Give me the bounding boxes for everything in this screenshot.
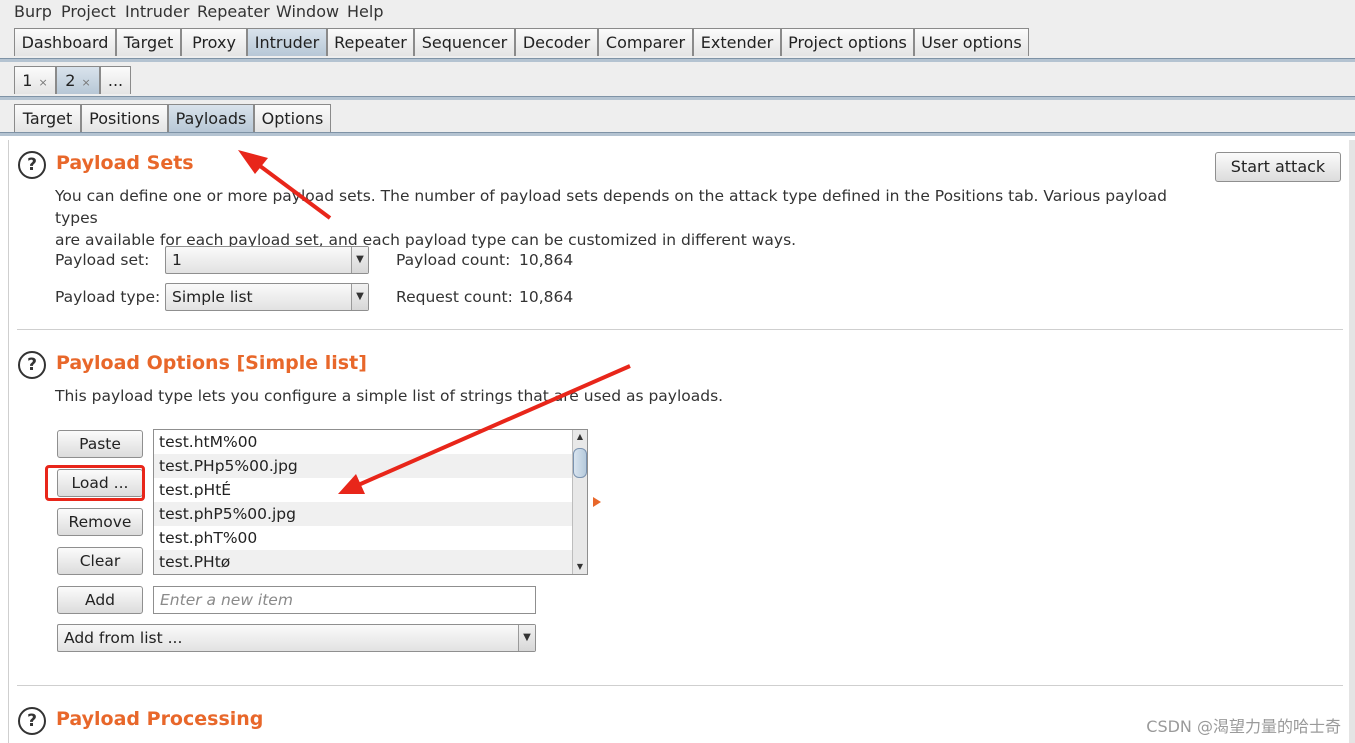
remove-button[interactable]: Remove (57, 508, 143, 536)
help-icon[interactable]: ? (18, 351, 46, 379)
section-divider (17, 329, 1343, 330)
payload-set-value: 1 (172, 251, 182, 269)
menu-intruder[interactable]: Intruder (125, 2, 189, 21)
help-icon[interactable]: ? (18, 707, 46, 735)
watermark: CSDN @渴望力量的哈士奇 (1146, 717, 1341, 736)
tab-target[interactable]: Target (116, 28, 181, 56)
menu-burp[interactable]: Burp (14, 2, 52, 21)
sub-tab-bar: Target Positions Payloads Options (0, 100, 1355, 136)
list-item[interactable]: test.pHtÉ (154, 478, 574, 502)
list-item[interactable]: test.PHtø (154, 550, 574, 574)
menu-repeater[interactable]: Repeater (197, 2, 270, 21)
payload-type-label: Payload type: (55, 288, 161, 306)
list-scrollbar[interactable]: ▲ ▼ (572, 430, 587, 574)
payload-list[interactable]: test.htM%00 test.PHp5%00.jpg test.pHtÉ t… (153, 429, 588, 575)
subtab-options[interactable]: Options (254, 104, 331, 132)
scroll-down-icon[interactable]: ▼ (573, 560, 587, 574)
chevron-down-icon: ▼ (518, 625, 535, 651)
close-icon[interactable]: × (38, 76, 47, 89)
expand-arrow-icon[interactable] (592, 496, 602, 508)
tab-repeater[interactable]: Repeater (327, 28, 414, 56)
attack-tab-1[interactable]: 1 × (14, 66, 56, 94)
request-count-value: 10,864 (519, 288, 574, 306)
payload-sets-description: You can define one or more payload sets.… (55, 185, 1205, 251)
subtab-target[interactable]: Target (14, 104, 81, 132)
chevron-down-icon: ▼ (351, 284, 368, 310)
menu-window[interactable]: Window (276, 2, 339, 21)
section-divider (17, 685, 1343, 686)
menu-project[interactable]: Project (61, 2, 116, 21)
payload-options-description: This payload type lets you configure a s… (55, 387, 724, 405)
scroll-thumb[interactable] (573, 448, 587, 478)
tab-proxy[interactable]: Proxy (181, 28, 247, 56)
attack-tab-bar: 1 × 2 × ... (0, 62, 1355, 98)
payload-set-select[interactable]: 1 ▼ (165, 246, 369, 274)
clear-button[interactable]: Clear (57, 547, 143, 575)
tab-sequencer[interactable]: Sequencer (414, 28, 515, 56)
tab-intruder[interactable]: Intruder (247, 28, 327, 56)
list-item[interactable]: test.phP5%00.jpg (154, 502, 574, 526)
list-item[interactable]: test.htM%00 (154, 430, 574, 454)
request-count-label: Request count: (396, 288, 513, 306)
subtab-payloads[interactable]: Payloads (168, 104, 254, 132)
payload-processing-title: Payload Processing (56, 708, 264, 730)
load-highlight-box (45, 465, 145, 501)
attack-tab-1-label: 1 (22, 71, 33, 90)
add-from-list-select[interactable]: Add from list ... ▼ (57, 624, 536, 652)
menu-help[interactable]: Help (347, 2, 383, 21)
chevron-down-icon: ▼ (351, 247, 368, 273)
payload-sets-desc-line1: You can define one or more payload sets.… (55, 187, 1167, 227)
new-item-input[interactable] (158, 590, 532, 610)
sub-tab-underline (0, 132, 1355, 136)
start-attack-button[interactable]: Start attack (1215, 152, 1341, 182)
payload-count-value: 10,864 (519, 251, 574, 269)
list-item[interactable]: test.PHp5%00.jpg (154, 454, 574, 478)
paste-button[interactable]: Paste (57, 430, 143, 458)
tab-project-options[interactable]: Project options (781, 28, 914, 56)
tab-extender[interactable]: Extender (693, 28, 781, 56)
tab-dashboard[interactable]: Dashboard (14, 28, 116, 56)
attack-tab-2-label: 2 (65, 71, 76, 90)
payload-type-select[interactable]: Simple list ▼ (165, 283, 369, 311)
tab-comparer[interactable]: Comparer (598, 28, 693, 56)
main-tab-bar: Dashboard Target Proxy Intruder Repeater… (0, 24, 1355, 60)
add-button[interactable]: Add (57, 586, 143, 614)
help-icon[interactable]: ? (18, 151, 46, 179)
close-icon[interactable]: × (81, 76, 90, 89)
payload-options-title: Payload Options [Simple list] (56, 352, 367, 374)
new-item-field[interactable] (153, 586, 536, 614)
tab-decoder[interactable]: Decoder (515, 28, 598, 56)
payload-set-label: Payload set: (55, 251, 150, 269)
add-from-list-label: Add from list ... (64, 629, 183, 647)
scroll-up-icon[interactable]: ▲ (573, 430, 587, 444)
tab-user-options[interactable]: User options (914, 28, 1029, 56)
menu-bar: Burp Project Intruder Repeater Window He… (0, 0, 1355, 24)
payload-sets-title: Payload Sets (56, 152, 194, 174)
subtab-positions[interactable]: Positions (81, 104, 168, 132)
payload-type-value: Simple list (172, 288, 253, 306)
payload-count-label: Payload count: (396, 251, 511, 269)
list-item[interactable]: test.phT%00 (154, 526, 574, 550)
panel-scrollbar[interactable] (1349, 140, 1355, 743)
attack-tab-2[interactable]: 2 × (56, 66, 100, 94)
attack-tab-more[interactable]: ... (100, 66, 131, 94)
